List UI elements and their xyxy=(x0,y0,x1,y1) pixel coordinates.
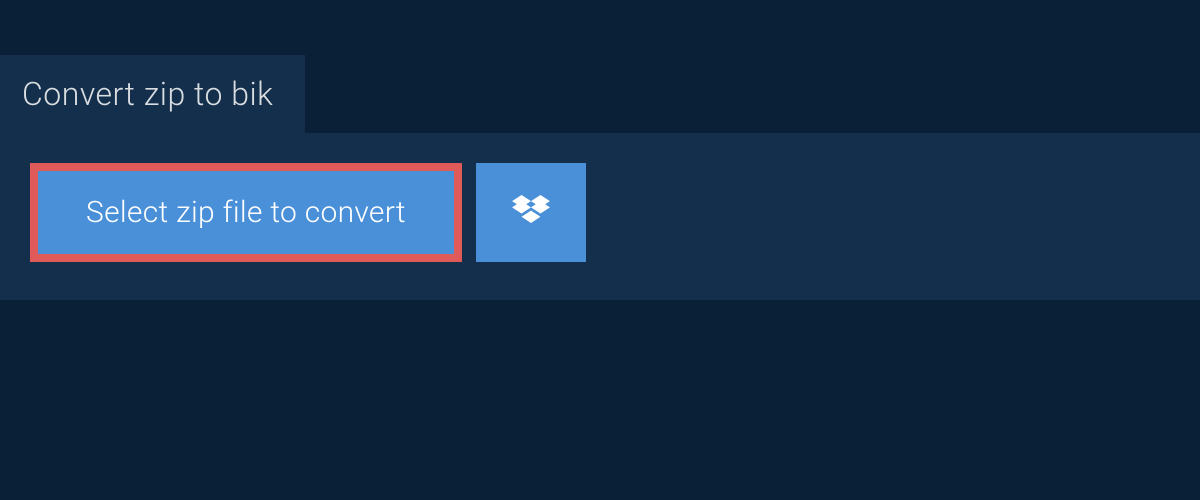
dropbox-button[interactable] xyxy=(476,163,586,262)
button-row: Select zip file to convert xyxy=(30,163,1170,262)
tab-header: Convert zip to bik xyxy=(0,55,305,133)
page-title: Convert zip to bik xyxy=(22,75,273,113)
select-file-label: Select zip file to convert xyxy=(86,195,406,230)
select-file-button[interactable]: Select zip file to convert xyxy=(30,163,462,262)
dropbox-icon xyxy=(512,195,550,231)
main-panel: Select zip file to convert xyxy=(0,133,1200,300)
